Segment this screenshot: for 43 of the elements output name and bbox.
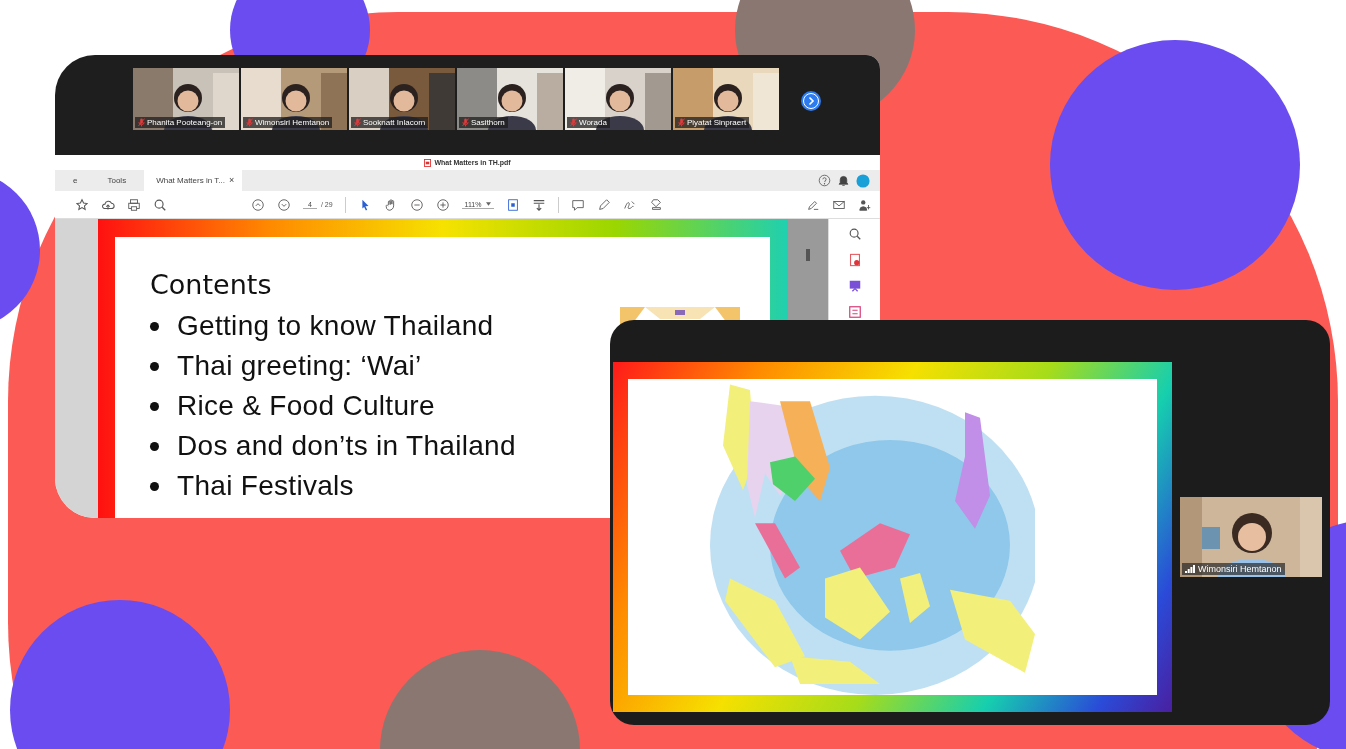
name-label: Worada bbox=[567, 117, 610, 128]
name-label: Wimonsiri Hemtanon bbox=[243, 117, 333, 128]
bullet-text: Getting to know Thailand bbox=[177, 310, 494, 342]
avatar-icon[interactable] bbox=[856, 173, 870, 188]
zoom-in-icon[interactable] bbox=[435, 197, 450, 212]
help-icon[interactable] bbox=[818, 174, 831, 187]
bullet-dot bbox=[150, 401, 159, 411]
add-user-icon[interactable] bbox=[858, 197, 872, 212]
name-label: Wimonsiri Hemtanon bbox=[1182, 563, 1285, 575]
next-button[interactable] bbox=[801, 91, 821, 111]
bullet-dot bbox=[150, 441, 159, 451]
stamp-icon[interactable] bbox=[649, 197, 664, 212]
tab[interactable]: What Matters in T... bbox=[144, 170, 229, 191]
comment-icon[interactable] bbox=[571, 197, 586, 212]
bullet-text: Dos and don’ts in Thailand bbox=[177, 430, 516, 462]
name-label: Piyatat Sinpraert bbox=[675, 117, 750, 128]
bullet-dot bbox=[150, 321, 159, 331]
slide-heading: Contents bbox=[150, 269, 273, 300]
name-label: Sooknatt Inlacorn bbox=[351, 117, 429, 128]
tab[interactable]: e bbox=[61, 170, 90, 191]
pdf-file-icon bbox=[424, 158, 432, 167]
organize-icon[interactable] bbox=[847, 305, 862, 319]
pen-icon[interactable] bbox=[597, 197, 612, 212]
bullet-text: Thai greeting: ‘Wai’ bbox=[177, 350, 422, 382]
name-label: Phanita Pooteang-on bbox=[135, 117, 226, 128]
caret-icon bbox=[486, 202, 492, 206]
pdf-icon[interactable] bbox=[847, 253, 862, 267]
bullet-dot bbox=[150, 481, 159, 491]
search-icon[interactable] bbox=[153, 197, 167, 212]
bullet-dot bbox=[150, 361, 159, 371]
name-label: Sasithorn bbox=[459, 117, 508, 128]
zoom-icon[interactable] bbox=[847, 227, 862, 241]
star-icon[interactable] bbox=[75, 197, 89, 212]
zoom-out-icon[interactable] bbox=[409, 197, 424, 212]
print-icon[interactable] bbox=[127, 197, 141, 212]
fit-page-icon[interactable] bbox=[506, 197, 521, 212]
bullet-text: Thai Festivals bbox=[177, 470, 354, 502]
bell-icon[interactable] bbox=[837, 174, 850, 187]
bullet-text: Rice & Food Culture bbox=[177, 390, 435, 422]
tab[interactable]: Tools bbox=[95, 170, 139, 191]
scroll-icon[interactable] bbox=[532, 197, 547, 212]
signal-icon bbox=[1185, 565, 1195, 573]
export-icon[interactable] bbox=[847, 279, 862, 293]
